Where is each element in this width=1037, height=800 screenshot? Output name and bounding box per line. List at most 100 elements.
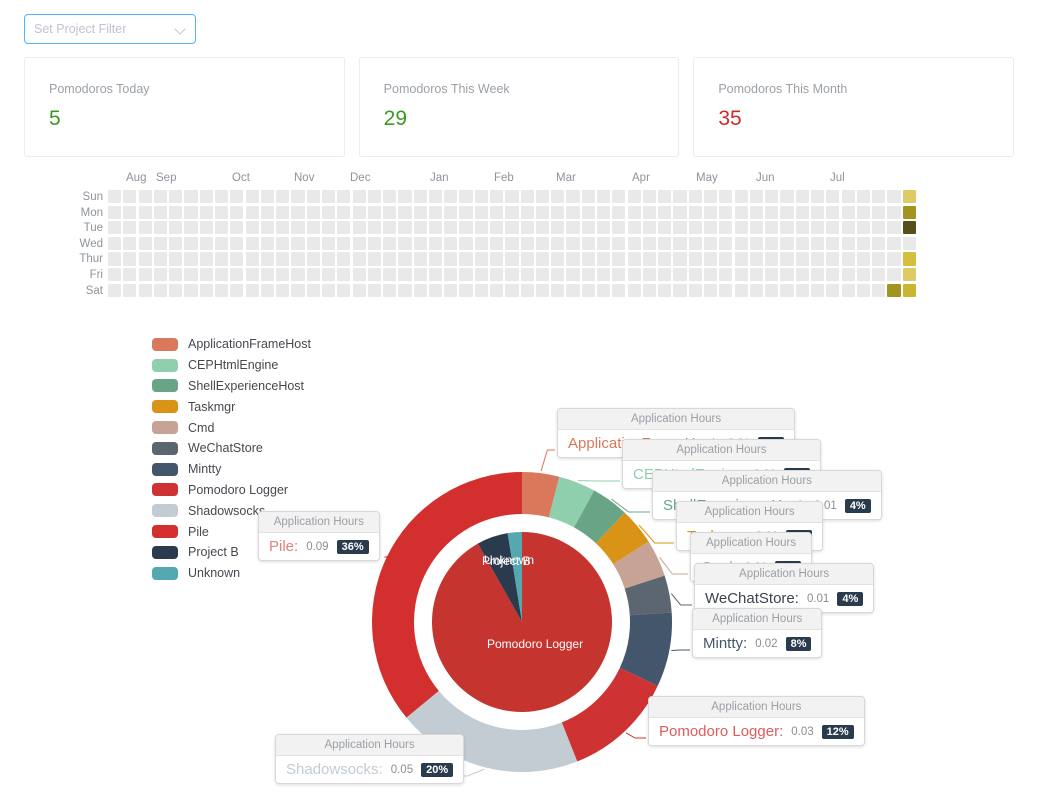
heatmap-cell[interactable] — [184, 236, 198, 250]
heatmap-cell[interactable] — [627, 252, 641, 266]
heatmap-cell[interactable] — [123, 283, 137, 297]
heatmap-cell[interactable] — [199, 221, 213, 235]
heatmap-cell[interactable] — [887, 236, 901, 250]
heatmap-cell[interactable] — [658, 283, 672, 297]
heatmap-cell[interactable] — [887, 205, 901, 219]
heatmap-cell[interactable] — [123, 252, 137, 266]
heatmap-cell[interactable] — [108, 221, 122, 235]
heatmap-cell[interactable] — [276, 267, 290, 282]
heatmap-cell[interactable] — [153, 236, 168, 250]
heatmap-cell[interactable] — [658, 236, 672, 250]
heatmap-cell[interactable] — [566, 236, 580, 250]
heatmap-cell[interactable] — [597, 190, 611, 204]
heatmap-cell[interactable] — [276, 190, 290, 204]
heatmap-cell[interactable] — [551, 283, 565, 297]
heatmap-cell[interactable] — [337, 267, 351, 282]
heatmap-cell[interactable] — [734, 252, 748, 266]
heatmap-cell[interactable] — [597, 205, 611, 219]
heatmap-cell[interactable] — [169, 283, 183, 297]
heatmap-cell[interactable] — [352, 221, 366, 235]
heatmap-cell[interactable] — [291, 236, 305, 250]
heatmap-cell[interactable] — [612, 205, 626, 219]
heatmap-cell[interactable] — [505, 252, 519, 266]
heatmap-cell[interactable] — [169, 267, 183, 282]
heatmap-cell[interactable] — [520, 236, 534, 250]
heatmap-cell[interactable] — [474, 205, 488, 219]
heatmap-cell[interactable] — [367, 283, 381, 297]
heatmap-cell[interactable] — [688, 236, 702, 250]
heatmap-cell[interactable] — [765, 283, 779, 297]
heatmap-cell[interactable] — [230, 283, 244, 297]
heatmap-cell[interactable] — [474, 190, 488, 204]
heatmap-cell[interactable] — [490, 205, 504, 219]
heatmap-cell[interactable] — [184, 205, 198, 219]
heatmap-cell[interactable] — [474, 283, 488, 297]
heatmap-cell[interactable] — [306, 267, 320, 282]
heatmap-cell[interactable] — [826, 267, 840, 282]
heatmap-cell[interactable] — [214, 190, 229, 204]
heatmap-cell[interactable] — [123, 190, 137, 204]
heatmap-cell[interactable] — [306, 236, 320, 250]
heatmap-cell[interactable] — [872, 221, 886, 235]
heatmap-cell[interactable] — [505, 236, 519, 250]
heatmap-cell[interactable] — [169, 205, 183, 219]
heatmap-cell[interactable] — [413, 283, 427, 297]
heatmap-cell[interactable] — [276, 283, 290, 297]
heatmap-cell[interactable] — [734, 205, 748, 219]
heatmap-cell[interactable] — [398, 252, 412, 266]
heatmap-cell[interactable] — [398, 221, 412, 235]
heatmap-cell[interactable] — [428, 221, 443, 235]
heatmap-cell[interactable] — [184, 252, 198, 266]
heatmap-cell[interactable] — [856, 190, 870, 204]
heatmap-cell[interactable] — [597, 267, 611, 282]
heatmap-cell[interactable] — [872, 236, 886, 250]
heatmap-cell[interactable] — [367, 267, 381, 282]
heatmap-cell[interactable] — [780, 236, 794, 250]
heatmap-cell[interactable] — [199, 236, 213, 250]
heatmap-cell[interactable] — [108, 205, 122, 219]
heatmap-cell[interactable] — [123, 205, 137, 219]
heatmap-cell[interactable] — [520, 267, 534, 282]
heatmap-cell[interactable] — [597, 221, 611, 235]
heatmap-cell[interactable] — [581, 221, 595, 235]
heatmap-cell[interactable] — [703, 252, 718, 266]
heatmap-cell[interactable] — [490, 283, 504, 297]
heatmap-cell[interactable] — [581, 252, 595, 266]
heatmap-cell[interactable] — [413, 252, 427, 266]
heatmap-cell[interactable] — [230, 267, 244, 282]
heatmap-cell[interactable] — [810, 205, 825, 219]
heatmap-cell[interactable] — [551, 267, 565, 282]
heatmap-cell[interactable] — [230, 236, 244, 250]
heatmap-cell[interactable] — [184, 221, 198, 235]
heatmap-cell[interactable] — [383, 236, 397, 250]
heatmap-cell[interactable] — [367, 205, 381, 219]
heatmap-cell[interactable] — [566, 190, 580, 204]
heatmap-cell[interactable] — [398, 236, 412, 250]
heatmap-cell[interactable] — [291, 205, 305, 219]
heatmap-cell[interactable] — [535, 252, 550, 266]
heatmap-cell[interactable] — [719, 236, 733, 250]
heatmap-cell[interactable] — [902, 283, 916, 297]
heatmap-cell[interactable] — [719, 205, 733, 219]
heatmap-cell[interactable] — [245, 267, 259, 282]
heatmap-cell[interactable] — [123, 267, 137, 282]
heatmap-cell[interactable] — [138, 236, 152, 250]
heatmap-cell[interactable] — [505, 267, 519, 282]
heatmap-cell[interactable] — [780, 190, 794, 204]
heatmap-cell[interactable] — [413, 190, 427, 204]
heatmap-cell[interactable] — [642, 267, 657, 282]
heatmap-cell[interactable] — [551, 236, 565, 250]
heatmap-cell[interactable] — [642, 236, 657, 250]
heatmap-cell[interactable] — [474, 267, 488, 282]
heatmap-cell[interactable] — [138, 221, 152, 235]
heatmap-cell[interactable] — [214, 205, 229, 219]
heatmap-cell[interactable] — [703, 283, 718, 297]
heatmap-cell[interactable] — [642, 221, 657, 235]
heatmap-cell[interactable] — [551, 190, 565, 204]
heatmap-cell[interactable] — [765, 267, 779, 282]
heatmap-cell[interactable] — [367, 252, 381, 266]
heatmap-cell[interactable] — [184, 190, 198, 204]
heatmap-cell[interactable] — [826, 221, 840, 235]
heatmap-cell[interactable] — [306, 221, 320, 235]
heatmap-cell[interactable] — [826, 236, 840, 250]
